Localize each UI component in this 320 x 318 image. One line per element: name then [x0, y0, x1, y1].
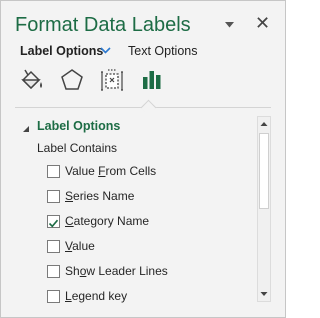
selected-category-indicator: [140, 99, 157, 116]
section-title: Label Options: [37, 119, 121, 133]
checkbox-label: Series Name: [65, 189, 135, 203]
checkbox-label: Show Leader Lines: [65, 264, 168, 278]
checkbox-box[interactable]: [47, 215, 60, 228]
checkbox-label: Value From Cells: [65, 164, 157, 178]
checkbox-box[interactable]: [47, 265, 60, 278]
chevron-down-icon[interactable]: [100, 44, 111, 61]
close-button[interactable]: ✕: [255, 13, 270, 33]
chevron-down-icon: [225, 19, 234, 31]
checkbox-box[interactable]: [47, 190, 60, 203]
checkbox-label: Legend key: [65, 289, 128, 303]
label-contains-heading: Label Contains: [37, 141, 118, 155]
checkbox-box[interactable]: [47, 290, 60, 303]
collapse-triangle-icon: [22, 120, 30, 138]
checkmark-icon: [48, 216, 59, 234]
checkbox-box[interactable]: [47, 240, 60, 253]
scroll-up-button[interactable]: [258, 117, 270, 131]
tab-label-options[interactable]: Label Options: [20, 44, 103, 58]
task-pane-options-button[interactable]: [225, 19, 234, 31]
fill-line-icon[interactable]: [19, 67, 47, 95]
checkbox-label: Category Name: [65, 214, 150, 228]
checkbox-box[interactable]: [47, 165, 60, 178]
checkbox-label: Value: [65, 239, 95, 253]
size-properties-icon[interactable]: [99, 67, 127, 95]
scrollbar-thumb[interactable]: [259, 133, 269, 209]
format-data-labels-pane: Format Data Labels ✕ Label Options Text …: [0, 0, 286, 318]
tab-text-options[interactable]: Text Options: [128, 44, 197, 58]
effects-icon[interactable]: [59, 67, 87, 95]
close-icon: ✕: [255, 13, 271, 33]
scroll-down-button[interactable]: [258, 287, 270, 301]
vertical-scrollbar[interactable]: [257, 116, 271, 302]
label-options-icon[interactable]: [139, 67, 167, 95]
pane-title: Format Data Labels: [15, 14, 191, 36]
